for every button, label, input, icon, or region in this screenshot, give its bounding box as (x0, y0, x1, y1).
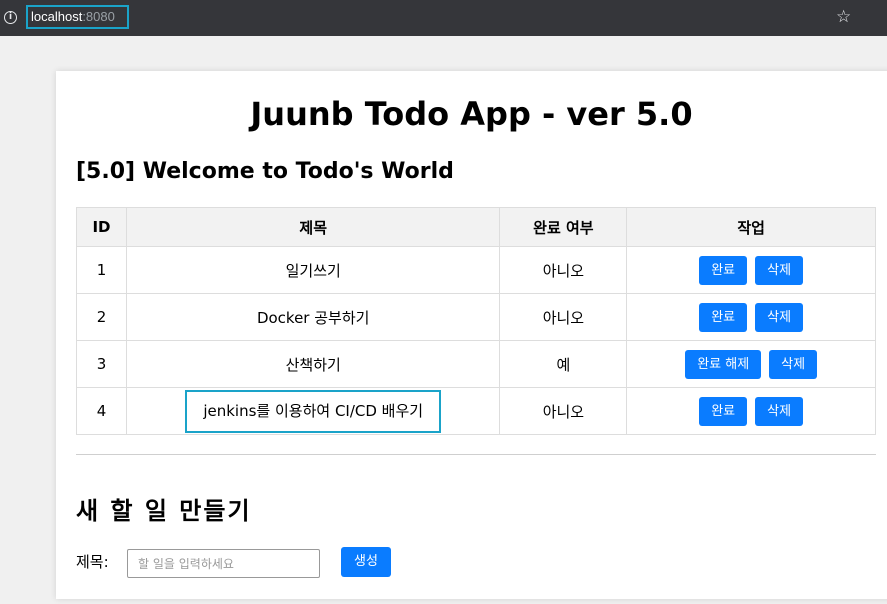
header-done: 완료 여부 (499, 207, 628, 247)
cell-title: 산책하기 (125, 340, 501, 388)
welcome-heading: [5.0] Welcome to Todo's World (76, 159, 454, 184)
delete-button[interactable]: 삭제 (755, 302, 804, 332)
highlighted-title: jenkins를 이용하여 CI/CD 배우기 (185, 389, 442, 433)
url-port: :8080 (82, 9, 115, 24)
cell-title: jenkins를 이용하여 CI/CD 배우기 (125, 387, 501, 435)
todo-title-input[interactable] (127, 549, 320, 578)
table-row: 4 jenkins를 이용하여 CI/CD 배우기 아니오 완료 삭제 (76, 387, 876, 435)
cell-actions: 완료 삭제 (626, 387, 876, 435)
title-label: 제목: (76, 553, 109, 571)
cell-actions: 완료 삭제 (626, 293, 876, 341)
header-actions: 작업 (626, 207, 876, 247)
star-icon[interactable]: ☆ (836, 7, 851, 27)
cell-id: 2 (76, 293, 127, 341)
delete-button[interactable]: 삭제 (769, 349, 818, 379)
cell-done: 아니오 (499, 387, 628, 435)
create-heading: 새 할 일 만들기 (76, 497, 252, 525)
cell-title: Docker 공부하기 (125, 293, 501, 341)
table-header-row: ID 제목 완료 여부 작업 (76, 207, 876, 247)
divider (76, 454, 876, 455)
browser-address-bar: i localhost:8080 ☆ (0, 0, 887, 36)
app-container: Juunb Todo App - ver 5.0 [5.0] Welcome t… (56, 71, 887, 599)
cell-id: 3 (76, 340, 127, 388)
cell-done: 예 (499, 340, 628, 388)
page-title: Juunb Todo App - ver 5.0 (250, 95, 693, 133)
url-host: localhost (31, 9, 83, 24)
cell-done: 아니오 (499, 246, 628, 294)
delete-button[interactable]: 삭제 (755, 396, 804, 426)
complete-button[interactable]: 완료 (699, 302, 748, 332)
cell-id: 1 (76, 246, 127, 294)
table-row: 1 일기쓰기 아니오 완료 삭제 (76, 246, 876, 294)
create-button[interactable]: 생성 (341, 547, 391, 577)
info-icon[interactable]: i (4, 11, 17, 24)
cell-actions: 완료 삭제 (626, 246, 876, 294)
uncomplete-button[interactable]: 완료 해제 (685, 349, 762, 379)
table-row: 2 Docker 공부하기 아니오 완료 삭제 (76, 293, 876, 341)
table-row: 3 산책하기 예 완료 해제 삭제 (76, 340, 876, 388)
todo-table: ID 제목 완료 여부 작업 1 일기쓰기 아니오 완료 삭제 2 Docker … (76, 207, 876, 435)
header-title: 제목 (125, 207, 501, 247)
cell-done: 아니오 (499, 293, 628, 341)
complete-button[interactable]: 완료 (699, 255, 748, 285)
complete-button[interactable]: 완료 (699, 396, 748, 426)
cell-id: 4 (76, 387, 127, 435)
url-field[interactable]: localhost:8080 (26, 5, 129, 29)
cell-title: 일기쓰기 (125, 246, 501, 294)
header-id: ID (76, 207, 127, 247)
delete-button[interactable]: 삭제 (755, 255, 804, 285)
cell-actions: 완료 해제 삭제 (626, 340, 876, 388)
